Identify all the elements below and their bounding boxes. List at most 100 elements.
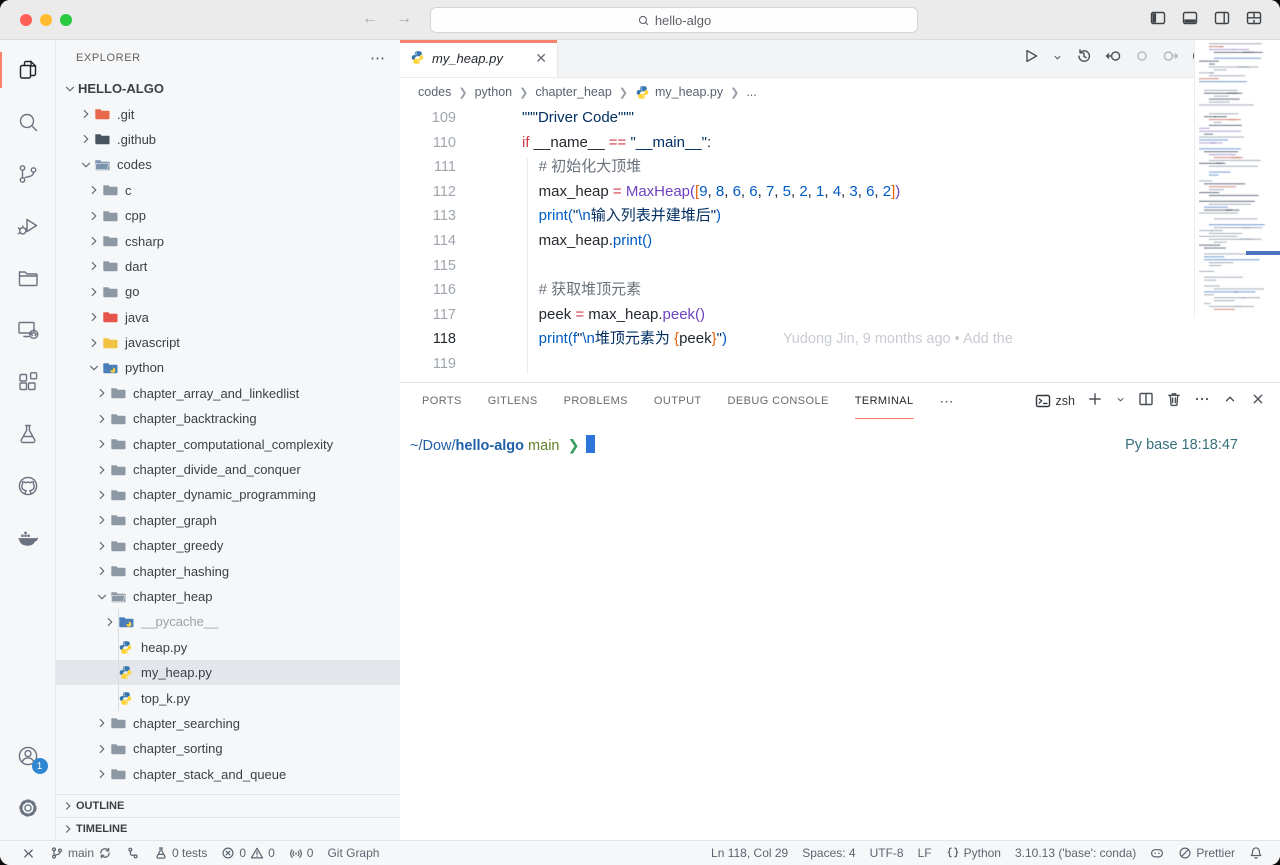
split-editor-button[interactable]: [1138, 391, 1154, 412]
minimap[interactable]: [1194, 40, 1280, 318]
tree-item-heap.py[interactable]: heap.py: [56, 635, 400, 660]
close-window-button[interactable]: [20, 14, 32, 26]
statusbar-branch-main[interactable]: main: [43, 841, 119, 865]
minimize-window-button[interactable]: [40, 14, 52, 26]
tree-item-chapter_hashing[interactable]: chapter_hashing: [56, 558, 400, 583]
tree-item-.github[interactable]: .github: [56, 127, 400, 152]
statusbar-notifications-bell[interactable]: [1242, 841, 1270, 865]
activity-docker[interactable]: [0, 512, 56, 564]
code-line-114[interactable]: 114 max_heap.print(): [400, 229, 1280, 254]
tree-item-cpp[interactable]: cpp: [56, 203, 400, 228]
activity-folder-library[interactable]: [0, 252, 56, 304]
statusbar-ports-count[interactable]: 0: [282, 841, 321, 865]
code-line-109[interactable]: 109"""Driver Code""": [400, 106, 1280, 131]
tree-item-__pycache__[interactable]: __pycache__: [56, 609, 400, 634]
activity-explorer[interactable]: [0, 44, 56, 96]
layout-sidebar-right-button[interactable]: [1214, 10, 1230, 26]
statusbar-problems-counts[interactable]: 00: [214, 841, 281, 865]
chevron-up-button[interactable]: [1222, 391, 1238, 412]
layout-sidebar-left-button[interactable]: [1150, 10, 1166, 26]
tree-item-.git[interactable]: .git: [56, 101, 400, 126]
code-line-112[interactable]: 112 max_heap = MaxHeap([9, 8, 6, 6, 7, 5…: [400, 180, 1280, 205]
tree-item-c[interactable]: c: [56, 178, 400, 203]
tree-item-chapter_greedy[interactable]: chapter_greedy: [56, 533, 400, 558]
code-line-110[interactable]: 110if __name__ == "__main__":: [400, 131, 1280, 156]
statusbar-eol[interactable]: LF: [911, 841, 939, 865]
tree-item-chapter_graph[interactable]: chapter_graph: [56, 508, 400, 533]
chevron-down-sm-button[interactable]: [1115, 392, 1126, 410]
next-change-dim-button[interactable]: [1163, 48, 1179, 69]
tree-item-java[interactable]: java: [56, 305, 400, 330]
activity-source-control[interactable]: [0, 148, 56, 200]
code-line-115[interactable]: 115: [400, 254, 1280, 279]
statusbar-indentation[interactable]: Spaces: 4: [795, 841, 862, 865]
tree-item-chapter_computational_complexity[interactable]: chapter_computational_complexity: [56, 431, 400, 456]
code-line-119[interactable]: 119: [400, 352, 1280, 377]
breadcrumb-chapter_heap[interactable]: chapter_heap: [535, 85, 611, 99]
code-line-113[interactable]: 113 print("\n输入列表并建堆后"): [400, 204, 1280, 229]
circle-dim-button[interactable]: [1134, 48, 1150, 69]
code-line-116[interactable]: 116 # 获取堆顶元素: [400, 278, 1280, 303]
statusbar-language-mode[interactable]: Python: [939, 841, 1008, 865]
panel-tab-output[interactable]: OUTPUT: [654, 383, 702, 419]
zoom-window-button[interactable]: [60, 14, 72, 26]
panel-tab-ports[interactable]: PORTS: [422, 383, 462, 419]
statusbar-prettier-status[interactable]: Prettier: [1171, 841, 1242, 865]
panel-tabs-more-icon[interactable]: ⋯: [940, 393, 955, 410]
breadcrumb-python[interactable]: python: [475, 85, 513, 99]
plus-button[interactable]: [1087, 391, 1103, 412]
command-center-search[interactable]: hello-algo: [430, 7, 918, 33]
tree-item-chapter_array_and_linkedlist[interactable]: chapter_array_and_linkedlist: [56, 381, 400, 406]
tree-item-chapter_searching[interactable]: chapter_searching: [56, 711, 400, 736]
code-line-118[interactable]: 118 print(f"\n堆顶元素为 {peek}")Yudong Jin, …: [400, 327, 1280, 352]
breadcrumb-codes[interactable]: codes: [418, 85, 451, 99]
activity-remote-explorer[interactable]: [0, 304, 56, 356]
run-button[interactable]: [1023, 48, 1039, 69]
explorer-more-actions-icon[interactable]: ⋯: [370, 49, 386, 67]
close-tab-icon[interactable]: ✕: [535, 50, 547, 67]
history-button[interactable]: [1076, 48, 1092, 69]
ellipsis-button[interactable]: [1194, 391, 1210, 412]
tab-my-heap-py[interactable]: my_heap.py ✕: [400, 40, 558, 77]
tree-item-chapter_heap[interactable]: chapter_heap: [56, 584, 400, 609]
tree-item-csharp[interactable]: csharp: [56, 228, 400, 253]
tree-item-chapter_stack_and_queue[interactable]: chapter_stack_and_queue: [56, 762, 400, 787]
activity-search[interactable]: [0, 96, 56, 148]
statusbar-encoding[interactable]: UTF-8: [863, 841, 911, 865]
code-line-117[interactable]: 117 peek = max_heap.peek(): [400, 303, 1280, 328]
chevron-down-sm-button[interactable]: [1052, 50, 1063, 68]
breadcrumb-...[interactable]: ...: [746, 85, 756, 99]
shell-selector[interactable]: zsh: [1035, 393, 1075, 409]
activity-extensions[interactable]: [0, 356, 56, 408]
panel-tab-terminal[interactable]: TERMINAL: [855, 383, 914, 419]
outline-section[interactable]: OUTLINE: [56, 794, 400, 817]
statusbar-git-graph-icon-item[interactable]: [119, 841, 147, 865]
activity-github[interactable]: [0, 460, 56, 512]
activity-run-debug[interactable]: [0, 200, 56, 252]
navigate-back-icon[interactable]: ←: [362, 10, 378, 28]
navigate-forward-icon[interactable]: →: [396, 10, 412, 28]
statusbar-cursor-position[interactable]: Ln 118, Col 29: [704, 841, 795, 865]
statusbar-python-interpreter[interactable]: 3.10.13 ('base': conda): [1008, 841, 1143, 865]
close-button[interactable]: [1250, 391, 1266, 412]
tree-item-chapter_sorting[interactable]: chapter_sorting: [56, 736, 400, 761]
tree-item-chapter_dynamic_programming[interactable]: chapter_dynamic_programming: [56, 482, 400, 507]
panel-tab-problems[interactable]: PROBLEMS: [564, 383, 628, 419]
tree-item-go[interactable]: go: [56, 279, 400, 304]
activity-account[interactable]: 1: [0, 730, 56, 782]
panel-tab-debug-console[interactable]: DEBUG CONSOLE: [728, 383, 829, 419]
tree-item-codes[interactable]: codes: [56, 152, 400, 177]
trash-button[interactable]: [1166, 391, 1182, 412]
tree-item-javascript[interactable]: javascript: [56, 330, 400, 355]
statusbar-tests-count[interactable]: 0 tests: [147, 841, 214, 865]
terminal[interactable]: ~/Dow/hello-algo main❯ Py base 18:18:47: [400, 419, 1280, 454]
tree-item-chapter_backtracking[interactable]: chapter_backtracking: [56, 406, 400, 431]
panel-tab-gitlens[interactable]: GITLENS: [488, 383, 538, 419]
activity-settings[interactable]: [0, 782, 56, 834]
prev-change-button[interactable]: [1105, 48, 1121, 69]
statusbar-copilot-status[interactable]: [1143, 841, 1171, 865]
tree-item-dart[interactable]: dart: [56, 254, 400, 279]
tree-item-HELLO-ALGO[interactable]: HELLO-ALGO: [56, 76, 400, 101]
statusbar-git-graph-label[interactable]: Git Graph: [320, 841, 386, 865]
tree-item-chapter_divide_and_conquer[interactable]: chapter_divide_and_conquer: [56, 457, 400, 482]
